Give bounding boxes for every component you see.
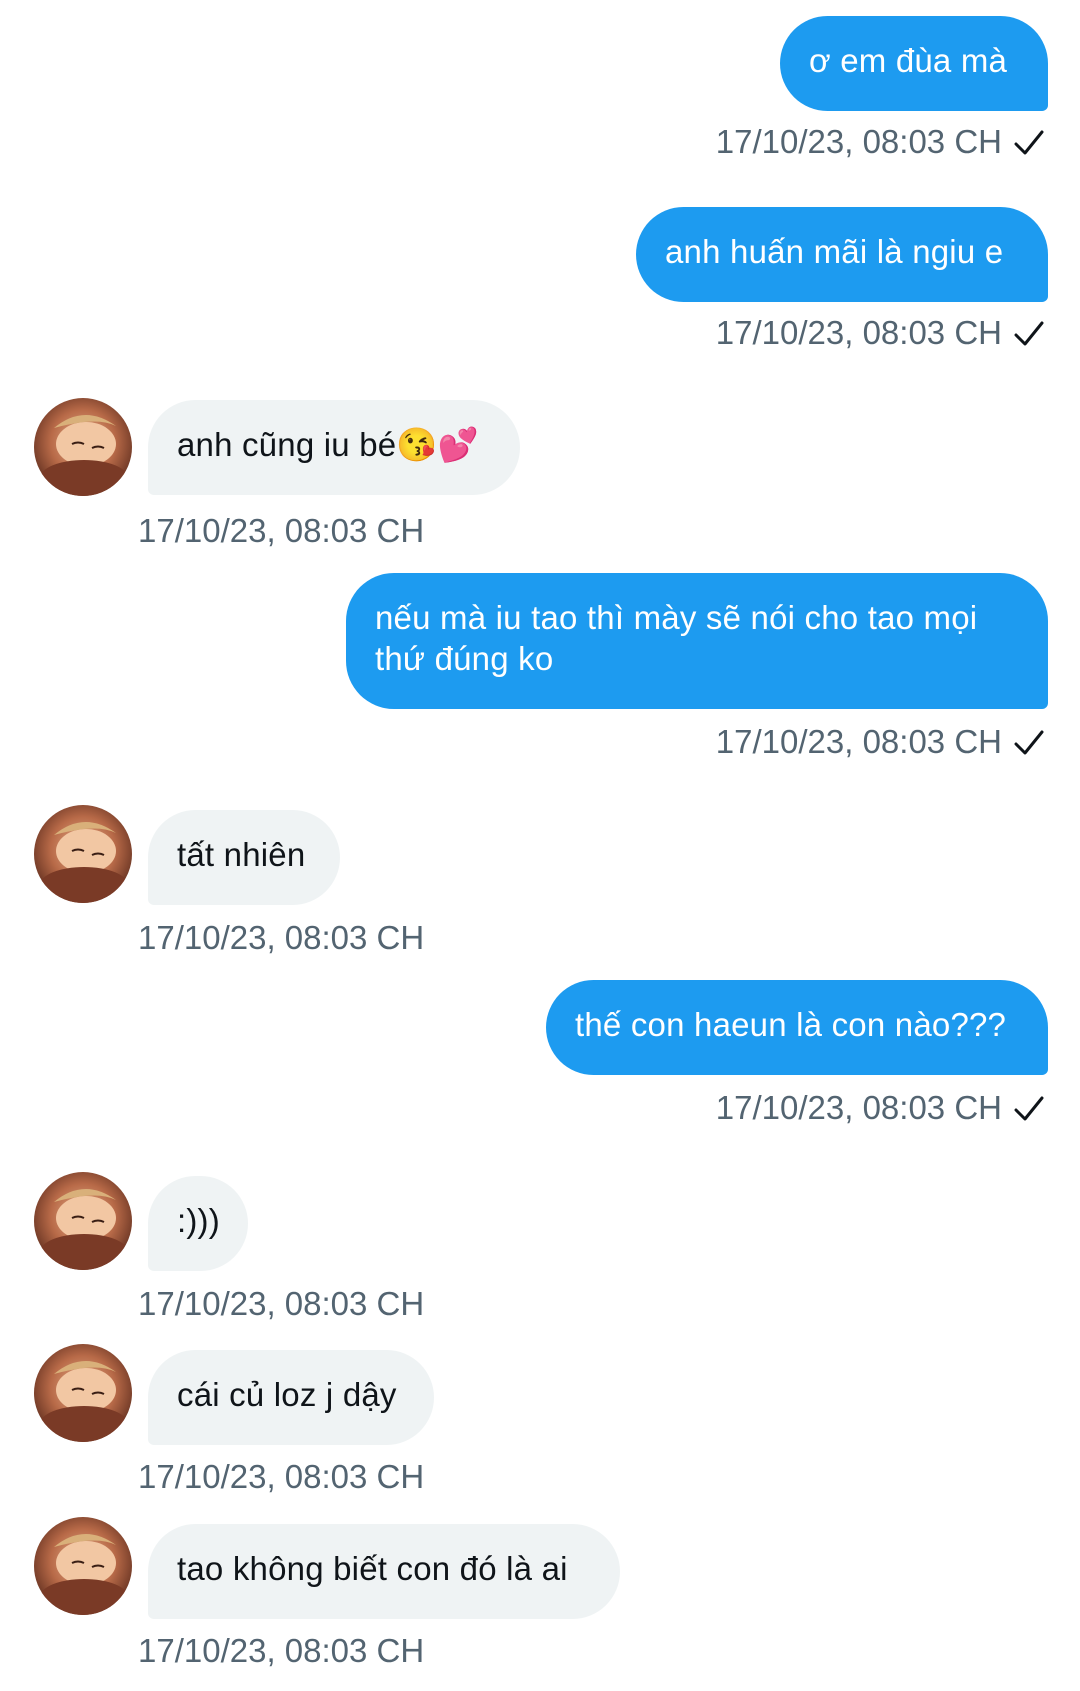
incoming-message-bubble[interactable]: cái củ loz j dậy — [148, 1350, 434, 1445]
contact-avatar[interactable] — [34, 1517, 132, 1615]
check-icon — [1014, 321, 1044, 346]
message-timestamp: 17/10/23, 08:03 CH — [138, 1458, 425, 1495]
message-timestamp: 17/10/23, 08:03 CH — [715, 123, 1002, 160]
conversation-thread[interactable]: ơ em đùa mà 17/10/23, 08:03 CH anh huấn … — [0, 0, 1080, 1691]
incoming-message-bubble[interactable]: anh cũng iu bé😘💕 — [148, 400, 520, 495]
contact-avatar[interactable] — [34, 1344, 132, 1442]
message-timestamp: 17/10/23, 08:03 CH — [138, 512, 425, 549]
outgoing-message-bubble[interactable]: anh huấn mãi là ngiu e — [636, 207, 1048, 302]
check-icon — [1014, 130, 1044, 155]
message-timestamp: 17/10/23, 08:03 CH — [715, 1089, 1002, 1126]
incoming-message-bubble[interactable]: tao không biết con đó là ai — [148, 1524, 620, 1619]
check-icon — [1014, 1096, 1044, 1121]
outgoing-message-bubble[interactable]: nếu mà iu tao thì mày sẽ nói cho tao mọi… — [346, 573, 1048, 709]
contact-avatar[interactable] — [34, 398, 132, 496]
incoming-message-bubble[interactable]: tất nhiên — [148, 810, 340, 905]
outgoing-message-bubble[interactable]: thế con haeun là con nào??? — [546, 980, 1048, 1075]
contact-avatar[interactable] — [34, 805, 132, 903]
check-icon — [1014, 730, 1044, 755]
contact-avatar[interactable] — [34, 1172, 132, 1270]
outgoing-message-bubble[interactable]: ơ em đùa mà — [780, 16, 1048, 111]
message-timestamp: 17/10/23, 08:03 CH — [138, 919, 425, 956]
message-timestamp: 17/10/23, 08:03 CH — [138, 1285, 425, 1322]
message-timestamp: 17/10/23, 08:03 CH — [715, 723, 1002, 760]
message-timestamp: 17/10/23, 08:03 CH — [138, 1632, 425, 1669]
incoming-message-bubble[interactable]: :))) — [148, 1176, 248, 1271]
message-timestamp: 17/10/23, 08:03 CH — [715, 314, 1002, 351]
